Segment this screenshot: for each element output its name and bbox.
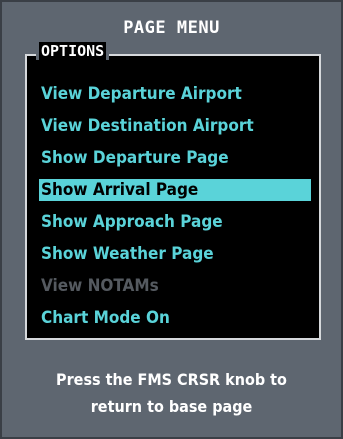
instruction-footer: Press the FMS CRSR knob to return to bas…: [2, 366, 341, 420]
menu-item-view-destination-airport[interactable]: View Destination Airport: [39, 110, 311, 142]
menu-item-chart-mode-on[interactable]: Chart Mode On: [39, 302, 311, 334]
menu-item-show-weather-page[interactable]: Show Weather Page: [39, 238, 311, 270]
instruction-line-2: return to base page: [90, 397, 253, 416]
options-list: View Departure Airport View Destination …: [39, 78, 311, 334]
options-group-label: OPTIONS: [36, 42, 110, 60]
options-list-box: View Departure Airport View Destination …: [25, 54, 321, 340]
options-label-text: OPTIONS: [39, 42, 107, 60]
page-menu-window: PAGE MENU OPTIONS View Departure Airport…: [0, 0, 343, 439]
menu-item-show-approach-page[interactable]: Show Approach Page: [39, 206, 311, 238]
page-menu-title: PAGE MENU: [123, 18, 220, 38]
menu-item-view-departure-airport[interactable]: View Departure Airport: [39, 78, 311, 110]
instruction-line-1: Press the FMS CRSR knob to: [56, 370, 287, 389]
menu-item-show-arrival-page[interactable]: Show Arrival Page: [39, 179, 311, 201]
menu-item-show-departure-page[interactable]: Show Departure Page: [39, 142, 311, 174]
menu-item-view-notams: View NOTAMs: [41, 276, 159, 296]
